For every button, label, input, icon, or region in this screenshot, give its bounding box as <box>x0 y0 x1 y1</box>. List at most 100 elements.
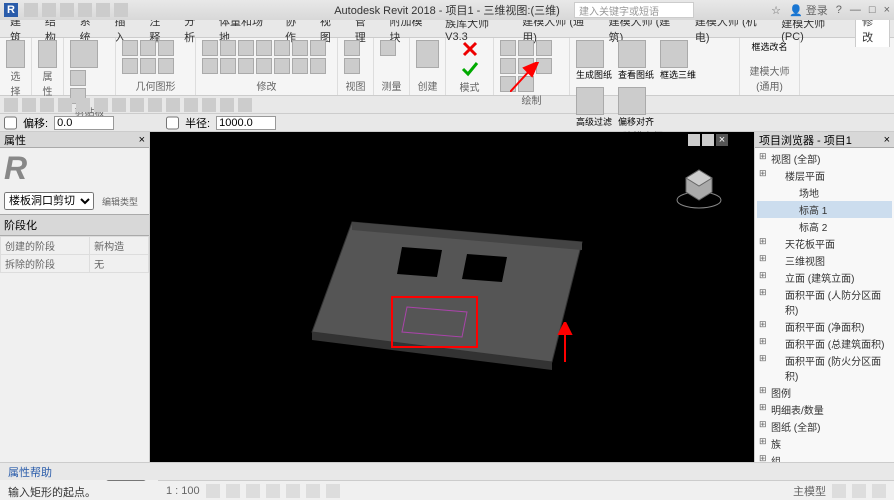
tree-node[interactable]: 标高 1 <box>757 201 892 218</box>
vb-icon[interactable] <box>872 484 886 498</box>
crop-icon[interactable] <box>286 484 300 498</box>
copy-icon[interactable] <box>220 40 236 56</box>
maximize-button[interactable]: □ <box>869 4 876 16</box>
opt-icon[interactable] <box>166 98 180 112</box>
shadow-icon[interactable] <box>266 484 280 498</box>
box3d-icon[interactable] <box>660 40 688 68</box>
tree-node[interactable]: 楼层平面 <box>757 167 892 184</box>
chain-checkbox[interactable] <box>4 116 17 130</box>
qat-icon[interactable] <box>60 3 74 17</box>
offset-input[interactable] <box>54 116 114 130</box>
geom-icon[interactable] <box>140 58 156 74</box>
sun-path-icon[interactable] <box>246 484 260 498</box>
floor-slab[interactable] <box>292 192 612 392</box>
close-view-icon[interactable]: × <box>716 134 728 146</box>
search-input[interactable]: 建入关键字或短语 <box>574 2 694 18</box>
spline-icon[interactable] <box>536 58 552 74</box>
polygon-icon[interactable] <box>536 40 552 56</box>
opt-icon[interactable] <box>202 98 216 112</box>
phasing-header[interactable]: 阶段化 <box>0 214 149 236</box>
qat-icon[interactable] <box>114 3 128 17</box>
rotate-icon[interactable] <box>238 40 254 56</box>
tree-node[interactable]: 面积平面 (防火分区面积) <box>757 352 892 384</box>
tree-node[interactable]: 面积平面 (总建筑面积) <box>757 335 892 352</box>
worksharing-label[interactable]: 主模型 <box>793 483 826 499</box>
rect-icon[interactable] <box>518 40 534 56</box>
cope-icon[interactable] <box>122 40 138 56</box>
tree-node[interactable]: 立面 (建筑立面) <box>757 269 892 286</box>
vb-icon[interactable] <box>832 484 846 498</box>
opt-icon[interactable] <box>148 98 162 112</box>
tree-node[interactable]: 图例 <box>757 384 892 401</box>
opt-icon[interactable] <box>112 98 126 112</box>
filter-icon[interactable] <box>576 87 604 115</box>
signin-button[interactable]: 👤 登录 <box>789 2 828 18</box>
join-icon[interactable] <box>158 40 174 56</box>
cancel-icon[interactable] <box>460 39 480 59</box>
tree-node[interactable]: 面积平面 (人防分区面积) <box>757 286 892 318</box>
move-icon[interactable] <box>202 40 218 56</box>
view-icon[interactable] <box>344 40 360 56</box>
opt-icon[interactable] <box>220 98 234 112</box>
tree-node[interactable]: 三维视图 <box>757 252 892 269</box>
help-icon[interactable]: ? <box>836 4 842 16</box>
tree-node[interactable]: 图纸 (全部) <box>757 418 892 435</box>
gen-sheet-icon[interactable] <box>576 40 604 68</box>
create-icon[interactable] <box>416 40 439 68</box>
split-icon[interactable] <box>274 40 290 56</box>
close-icon[interactable]: × <box>139 134 145 146</box>
close-button[interactable]: × <box>884 4 890 16</box>
hide-icon[interactable] <box>306 484 320 498</box>
visual-style-icon[interactable] <box>226 484 240 498</box>
opt-icon[interactable] <box>76 98 90 112</box>
paste-icon[interactable] <box>70 40 98 68</box>
edit-type-button[interactable]: 编辑类型 <box>102 195 138 208</box>
minimize-button[interactable]: — <box>850 4 861 16</box>
opt-icon[interactable] <box>238 98 252 112</box>
tree-node[interactable]: 视图 (全部) <box>757 150 892 167</box>
cut-geom-icon[interactable] <box>140 40 156 56</box>
opt-icon[interactable] <box>184 98 198 112</box>
opt-icon[interactable] <box>58 98 72 112</box>
pick-icon[interactable] <box>518 76 534 92</box>
radius-input[interactable] <box>216 116 276 130</box>
qat-icon[interactable] <box>78 3 92 17</box>
opt-icon[interactable] <box>130 98 144 112</box>
vb-icon[interactable] <box>852 484 866 498</box>
trim-icon[interactable] <box>256 40 272 56</box>
delete-icon[interactable] <box>274 58 290 74</box>
tree-node[interactable]: 明细表/数量 <box>757 401 892 418</box>
prop-value[interactable]: 无 <box>90 255 149 273</box>
prop-value[interactable]: 新构造 <box>90 237 149 255</box>
status-hint[interactable]: 属性帮助 <box>8 464 52 480</box>
opt-icon[interactable] <box>40 98 54 112</box>
scale-value[interactable]: 1 : 100 <box>166 485 200 497</box>
detail-level-icon[interactable] <box>206 484 220 498</box>
opt-icon[interactable] <box>94 98 108 112</box>
mirror-icon[interactable] <box>238 58 254 74</box>
cut-icon[interactable] <box>70 70 86 86</box>
arc-icon[interactable] <box>518 58 534 74</box>
line-icon[interactable] <box>500 40 516 56</box>
qat-icon[interactable] <box>96 3 110 17</box>
offset-icon[interactable] <box>220 58 236 74</box>
mod-icon[interactable] <box>310 58 326 74</box>
reveal-icon[interactable] <box>326 484 340 498</box>
tree-node[interactable]: 场地 <box>757 184 892 201</box>
ellipse-icon[interactable] <box>500 76 516 92</box>
circle-icon[interactable] <box>500 58 516 74</box>
opt-icon[interactable] <box>22 98 36 112</box>
view-cube[interactable] <box>674 162 724 212</box>
tree-node[interactable]: 天花板平面 <box>757 235 892 252</box>
align-icon[interactable] <box>202 58 218 74</box>
view-icon[interactable] <box>344 58 360 74</box>
viewport-3d[interactable]: × <box>150 132 754 472</box>
opt-icon[interactable] <box>4 98 18 112</box>
tree-node[interactable]: 族 <box>757 435 892 452</box>
tree-node[interactable]: 标高 2 <box>757 218 892 235</box>
measure-icon[interactable] <box>380 40 396 56</box>
pin-icon[interactable] <box>256 58 272 74</box>
favorite-icon[interactable]: ☆ <box>771 4 781 17</box>
maximize-view-icon[interactable] <box>702 134 714 146</box>
array-icon[interactable] <box>292 40 308 56</box>
